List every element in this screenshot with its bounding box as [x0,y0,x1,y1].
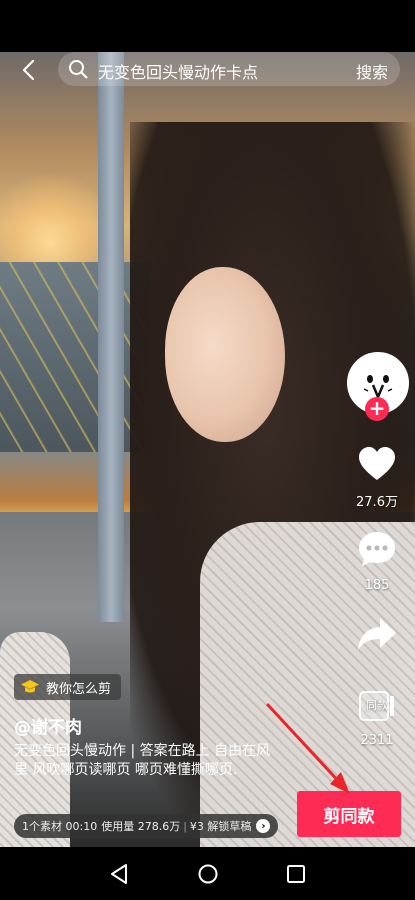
share-button[interactable] [352,613,402,655]
status-bar [0,0,415,52]
like-button[interactable] [352,443,402,485]
nav-back-button[interactable] [107,862,131,886]
material-info: 1个素材 00:10 [22,820,98,833]
nav-home-icon [198,864,218,884]
nav-recents-button[interactable] [284,862,308,886]
graduation-cap-icon [21,680,39,693]
search-query: 无变色回头慢动作卡点 [98,63,259,82]
teach-tag-label: 教你怎么剪 [46,681,112,697]
follow-button[interactable]: + [365,397,389,421]
chevron-right-icon: › [256,819,271,833]
separator: | [183,819,187,833]
comment-button[interactable] [352,528,402,570]
building-frame [0,262,150,452]
system-nav-bar [0,847,415,900]
search-button[interactable]: 搜索 [356,59,388,83]
template-info-bar[interactable]: 1个素材 00:10 使用量 278.6万 | ¥3 解锁草稿 › [14,814,279,838]
teach-tag[interactable]: 教你怎么剪 [14,674,122,700]
heart-icon [359,447,395,480]
top-search-bar: 无变色回头慢动作卡点 搜索 [0,52,415,88]
template-count: 2311 [360,733,394,748]
search-icon [69,60,88,79]
search-input[interactable]: 无变色回头慢动作卡点 搜索 [58,52,400,86]
nav-recents-icon [287,865,305,883]
template-label: 同款 [366,699,388,712]
person-face [165,267,285,442]
video-caption: 无变色回头慢动作 | 答案在路上 自由在风里 风吹哪页读哪页 哪页难懂撕哪页. [14,743,271,778]
comment-icon [359,532,395,566]
nav-home-button[interactable] [196,862,220,886]
author-name[interactable]: @谢不肉 [14,713,82,738]
lamp-pole [98,52,124,622]
back-arrow-icon [22,59,35,81]
share-icon [358,618,396,650]
price-info: ¥3 解锁草稿 [189,820,252,833]
nav-back-icon [111,864,127,884]
usage-info: 使用量 278.6万 [101,820,181,833]
back-button[interactable] [14,56,42,84]
like-count: 27.6万 [356,495,398,510]
comment-count: 185 [364,578,390,593]
cut-same-button[interactable]: 剪同款 [297,791,401,837]
